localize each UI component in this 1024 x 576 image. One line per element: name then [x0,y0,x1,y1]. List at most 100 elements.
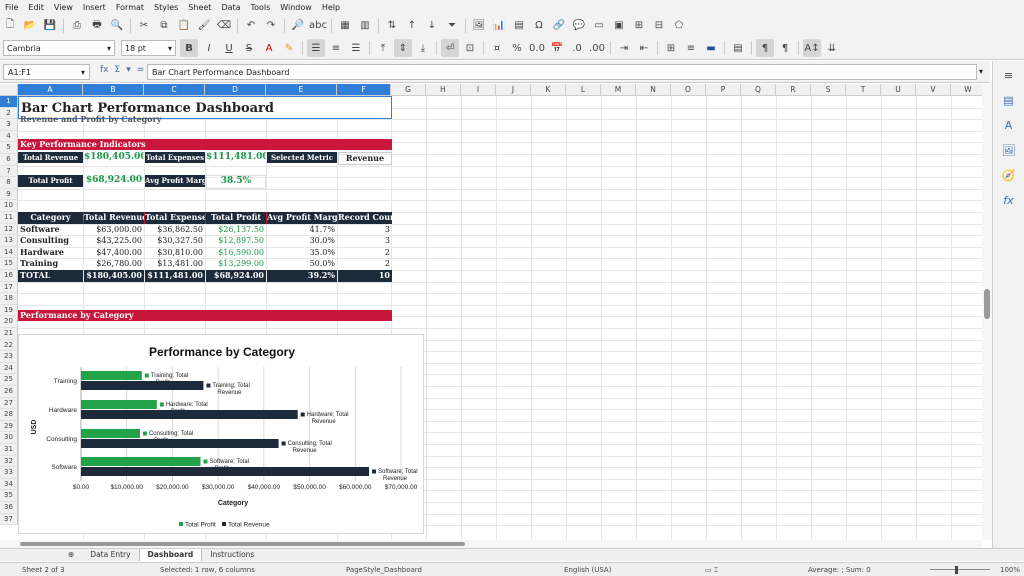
row-header-18[interactable]: 18 [0,293,18,305]
row-header-1[interactable]: 1 [0,96,18,108]
font-name-combo[interactable]: Cambria ▾ [3,40,115,56]
row-header-36[interactable]: 36 [0,502,18,514]
borders-icon[interactable]: ⊞ [662,39,680,57]
table-header-cell[interactable]: Avg Profit Margin [267,212,337,224]
row-header-31[interactable]: 31 [0,444,18,456]
wrap-text-icon[interactable]: ⏎ [441,39,459,57]
column-header-a[interactable]: A [18,84,83,96]
menu-edit[interactable]: Edit [23,3,49,12]
text-orientation-icon[interactable]: A↕ [803,39,821,57]
zoom-slider[interactable] [930,569,990,570]
row-header-20[interactable]: 20 [0,316,18,328]
kpi-selected-metric-label[interactable]: Selected Metric [267,151,337,164]
tab-dashboard[interactable]: Dashboard [138,549,203,561]
find-replace-icon[interactable]: 🔎 [289,17,307,35]
date-format-icon[interactable]: 📅 [548,39,566,57]
border-style-icon[interactable]: ≡ [682,39,700,57]
menu-help[interactable]: Help [317,3,345,12]
bold-icon[interactable]: B [180,39,198,57]
row-header-4[interactable]: 4 [0,130,18,143]
column-header-r[interactable]: R [776,84,811,96]
pivot-table-icon[interactable]: ▤ [510,17,528,35]
row-header-23[interactable]: 23 [0,351,18,363]
row-header-19[interactable]: 19 [0,304,18,317]
column-header-g[interactable]: G [391,84,426,96]
table-header-cell[interactable]: Total Profit [206,212,266,224]
row-header-29[interactable]: 29 [0,420,18,433]
column-header-o[interactable]: O [671,84,706,96]
comment-icon[interactable]: 💬 [570,17,588,35]
row-header-7[interactable]: 7 [0,165,18,178]
align-bottom-icon[interactable]: ⤓ [414,39,432,57]
menu-sheet[interactable]: Sheet [183,3,216,12]
table-cell[interactable]: $13,299.00 [206,258,266,270]
column-header-n[interactable]: N [636,84,671,96]
row-header-5[interactable]: 5 [0,142,18,154]
save-icon[interactable]: 💾 [41,17,59,35]
font-size-combo[interactable]: 18 pt ▾ [121,40,176,56]
row-header-35[interactable]: 35 [0,490,18,502]
row-header-11[interactable]: 11 [0,212,18,224]
table-cell[interactable]: $30,327.50 [145,235,205,247]
new-document-icon[interactable]: 🗋 [1,17,19,35]
table-total-cell[interactable]: $180,405.00 [84,270,144,282]
sum-icon[interactable]: Σ [115,65,121,75]
row-icon[interactable]: ▦ [336,17,354,35]
styles-icon[interactable]: A [1000,117,1018,133]
row-header-17[interactable]: 17 [0,281,18,294]
column-header-l[interactable]: L [566,84,601,96]
vertical-scrollbar[interactable] [982,84,992,540]
row-header-21[interactable]: 21 [0,328,18,340]
column-header-u[interactable]: U [881,84,916,96]
table-cell[interactable]: 2 [338,247,392,259]
horizontal-scrollbar[interactable] [0,540,982,548]
add-decimal-icon[interactable]: .0 [568,39,586,57]
table-cell[interactable]: 41.7% [267,224,337,236]
table-cell[interactable]: 30.0% [267,235,337,247]
bar-chart[interactable]: Performance by Category Category USD $0.… [18,334,424,534]
merge-cells-icon[interactable]: ⊡ [461,39,479,57]
copy-icon[interactable]: ⧉ [155,17,173,35]
increase-indent-icon[interactable]: ⇥ [615,39,633,57]
performance-section-header[interactable]: Performance by Category [18,309,392,322]
delete-decimal-icon[interactable]: .00 [588,39,606,57]
table-cell[interactable]: $26,780.00 [84,258,144,270]
row-header-34[interactable]: 34 [0,478,18,491]
kpi-total-profit-value[interactable]: $68,924.00 [84,175,144,187]
navigator-icon[interactable]: 🧭 [1000,167,1018,183]
table-header-cell[interactable]: Category [18,212,83,224]
sort-ascending-icon[interactable]: ↑ [403,17,421,35]
currency-format-icon[interactable]: ¤ [488,39,506,57]
insert-chart-icon[interactable]: 📊 [490,17,508,35]
row-header-22[interactable]: 22 [0,339,18,352]
column-header-p[interactable]: P [706,84,741,96]
row-header-24[interactable]: 24 [0,362,18,375]
insert-image-icon[interactable]: 🖼 [470,17,488,35]
gallery-icon[interactable]: 🖼 [1000,142,1018,158]
kpi-avg-margin-label[interactable]: Avg Profit Margin [145,175,205,187]
formula-input[interactable]: Bar Chart Performance Dashboard [147,64,977,80]
kpi-total-revenue-value[interactable]: $180,405.00 [84,152,144,164]
export-pdf-icon[interactable]: ⎙ [68,17,86,35]
selection-mode-icon[interactable]: ▭ ⌶ [705,566,718,575]
table-total-cell[interactable]: 39.2% [267,270,337,282]
horizontal-scroll-thumb[interactable] [20,542,465,546]
print-preview-icon[interactable]: 🔍 [108,17,126,35]
sort-descending-icon[interactable]: ↓ [423,17,441,35]
table-header-cell[interactable]: Total Revenue [84,212,144,224]
right-to-left-icon[interactable]: ¶ [776,39,794,57]
column-header-e[interactable]: E [266,84,337,96]
add-sheet-icon[interactable]: ⊕ [60,549,82,561]
formula-icon[interactable]: = [137,65,145,75]
hamburger-menu-icon[interactable]: ≡ [1000,67,1018,83]
row-header-27[interactable]: 27 [0,397,18,410]
column-header-c[interactable]: C [144,84,205,96]
vertical-scroll-thumb[interactable] [984,289,990,319]
kpi-total-expenses-value[interactable]: $111,481.00 [206,152,266,164]
kpi-section-header[interactable]: Key Performance Indicators [18,138,392,151]
table-cell[interactable]: 50.0% [267,258,337,270]
zoom-slider-thumb[interactable] [955,566,958,574]
clone-formatting-icon[interactable]: 🖌 [195,17,213,35]
table-cell[interactable]: $13,481.00 [145,258,205,270]
cut-icon[interactable]: ✂ [135,17,153,35]
